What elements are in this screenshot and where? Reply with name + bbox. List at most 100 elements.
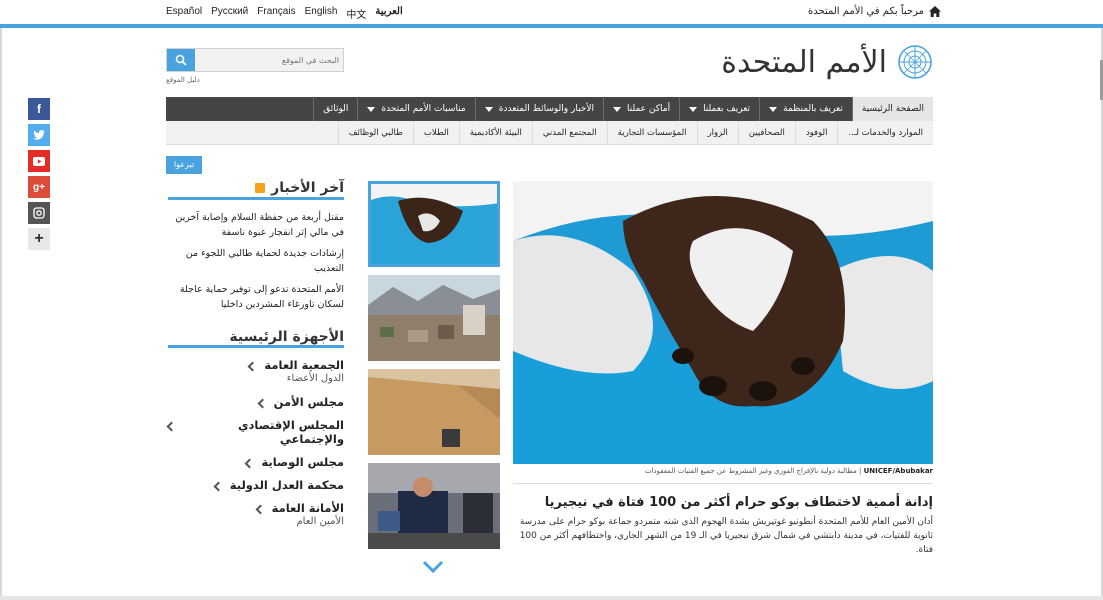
nav-documents[interactable]: الوثائق (313, 97, 357, 121)
subnav-journalists[interactable]: الصحافيين (737, 121, 795, 145)
organ-title: مجلس الأمن (273, 395, 344, 409)
feature-summary: أدان الأمين العام للأمم المتحدة أنطونيو … (519, 517, 933, 555)
nav-label: تعريف بالمنظمة (783, 104, 843, 114)
more-icon[interactable]: + (28, 228, 50, 250)
feature-image[interactable] (513, 181, 933, 464)
thumbnail-desk[interactable] (368, 369, 500, 455)
news-header: آخر الأخبار (168, 180, 344, 200)
news-item[interactable]: الأمم المتحدة تدعو إلى توفير حماية عاجلة… (168, 282, 344, 312)
chevron-down-icon (484, 106, 493, 112)
search-button[interactable] (167, 49, 195, 71)
nav-label: الوثائق (323, 104, 349, 114)
welcome-text: مرحباً بكم في الأمم المتحدة (808, 6, 924, 17)
nav-home[interactable]: الصفحة الرئيسية (851, 97, 933, 121)
main-organs-list: الجمعية العامة الدول الأعضاء مجلس الأمن … (166, 358, 344, 538)
language-list: Español Русский Français English 中文 العر… (166, 6, 403, 21)
logo-text: الأمم المتحدة (721, 44, 887, 80)
nav-label: الأخبار والوسائط المتعددة (498, 104, 594, 114)
organ-title: المجلس الإقتصادي والإجتماعي (237, 418, 344, 446)
chevron-down-icon (769, 106, 778, 112)
lang-spanish[interactable]: Español (166, 6, 202, 21)
lang-french[interactable]: Français (257, 6, 295, 21)
rss-icon[interactable] (255, 182, 266, 193)
sitemap-link[interactable]: دليل الموقع (166, 76, 200, 84)
chevron-down-icon (613, 106, 621, 112)
home-icon (929, 6, 941, 17)
organ-general-assembly[interactable]: الجمعية العامة الدول الأعضاء (168, 358, 344, 386)
subnav-delegates[interactable]: الوفود (794, 121, 838, 145)
top-bar: Español Русский Français English 中文 العر… (0, 0, 1103, 24)
subnav-job-seekers[interactable]: طالبي الوظائف (337, 121, 413, 145)
feature-headline[interactable]: إدانة أممية لاختطاف بوكو حرام أكثر من 10… (513, 495, 933, 510)
latest-news: آخر الأخبار مقتل أربعة من حفظة السلام وإ… (168, 180, 344, 312)
chevron-left-icon (257, 398, 268, 409)
bottom-border (0, 596, 1103, 600)
donate-button[interactable]: تبرعوا (166, 156, 202, 174)
organ-title: الجمعية العامة (264, 358, 344, 372)
chevron-down-icon[interactable] (422, 560, 444, 574)
chevron-left-icon (255, 504, 266, 515)
main-organs-title: الأجهزة الرئيسية (229, 329, 344, 345)
organ-secretariat[interactable]: الأمانة العامة الأمين العام (168, 501, 344, 529)
organ-title: مجلس الوصاية (261, 455, 344, 469)
organ-ecosoc[interactable]: المجلس الإقتصادي والإجتماعي (166, 418, 344, 446)
facebook-icon[interactable]: f (28, 98, 50, 120)
instagram-icon[interactable] (28, 202, 50, 224)
twitter-icon[interactable] (28, 124, 50, 146)
subnav-resources[interactable]: الموارد والخدمات لـ.. (837, 121, 933, 145)
nav-news-media[interactable]: الأخبار والوسائط المتعددة (474, 97, 603, 121)
search-input[interactable] (197, 49, 343, 71)
photo-credit: UNICEF/Abubakar (863, 467, 933, 475)
story-thumbnails (368, 181, 500, 557)
nav-label: تعريف بعملنا (703, 104, 751, 114)
organ-trusteeship-council[interactable]: مجلس الوصاية (168, 455, 344, 469)
subnav-civil-society[interactable]: المجتمع المدني (531, 121, 607, 145)
nav-events[interactable]: مناسبات الأمم المتحدة (357, 97, 474, 121)
subnav-students[interactable]: الطلاب (412, 121, 459, 145)
organ-security-council[interactable]: مجلس الأمن (168, 395, 344, 409)
main-nav: الصفحة الرئيسية تعريف بالمنظمة تعريف بعم… (166, 97, 933, 121)
nav-where-we-work[interactable]: أماكن عملنا (603, 97, 679, 121)
frame-left (0, 28, 2, 600)
lang-chinese[interactable]: 中文 (346, 6, 366, 21)
search-box (166, 48, 344, 72)
nav-label: أماكن عملنا (627, 104, 671, 114)
youtube-icon[interactable] (28, 150, 50, 172)
lang-arabic[interactable]: العربية (375, 6, 402, 21)
news-item[interactable]: مقتل أربعة من حفظة السلام وإصابة آخرين ف… (168, 210, 344, 240)
lang-russian[interactable]: Русский (211, 6, 248, 21)
thumbnail-hands[interactable] (368, 181, 500, 267)
divider (513, 483, 933, 484)
organ-icj[interactable]: محكمة العدل الدولية (168, 478, 344, 492)
thumbnail-city[interactable] (368, 275, 500, 361)
welcome-link[interactable]: مرحباً بكم في الأمم المتحدة (808, 6, 941, 17)
subnav-visitors[interactable]: الزوار (696, 121, 738, 145)
social-bar: f g+ + (28, 98, 50, 250)
main-organs-header: الأجهزة الرئيسية (168, 326, 344, 348)
organ-sub[interactable]: الأمين العام (272, 515, 344, 529)
organ-title: محكمة العدل الدولية (229, 478, 344, 492)
chevron-left-icon (166, 421, 177, 432)
search-icon (175, 54, 187, 66)
chevron-left-icon (244, 458, 255, 469)
chevron-left-icon (247, 361, 258, 372)
thumbnail-council[interactable] (368, 463, 500, 549)
subnav-business[interactable]: المؤسسات التجارية (606, 121, 697, 145)
chevron-left-icon (213, 481, 224, 492)
lang-english[interactable]: English (305, 6, 338, 21)
site-logo[interactable]: الأمم المتحدة (721, 44, 933, 80)
nav-about[interactable]: تعريف بالمنظمة (759, 97, 852, 121)
un-emblem-icon (898, 45, 932, 79)
news-item[interactable]: إرشادات جديدة لحماية طالبي اللجوء من الت… (168, 246, 344, 276)
chevron-down-icon (367, 106, 376, 112)
chevron-down-icon (689, 106, 698, 112)
organ-title: الأمانة العامة (271, 501, 344, 515)
news-title: آخر الأخبار (271, 179, 344, 196)
nav-label: مناسبات الأمم المتحدة (381, 104, 466, 114)
googleplus-icon[interactable]: g+ (28, 176, 50, 198)
subnav-academia[interactable]: البيئة الأكاديمية (458, 121, 532, 145)
organ-sub[interactable]: الدول الأعضاء (264, 372, 344, 386)
audience-nav: الموارد والخدمات لـ.. الوفود الصحافيين ا… (166, 121, 933, 145)
top-accent-line (0, 24, 1103, 28)
nav-our-work[interactable]: تعريف بعملنا (679, 97, 759, 121)
